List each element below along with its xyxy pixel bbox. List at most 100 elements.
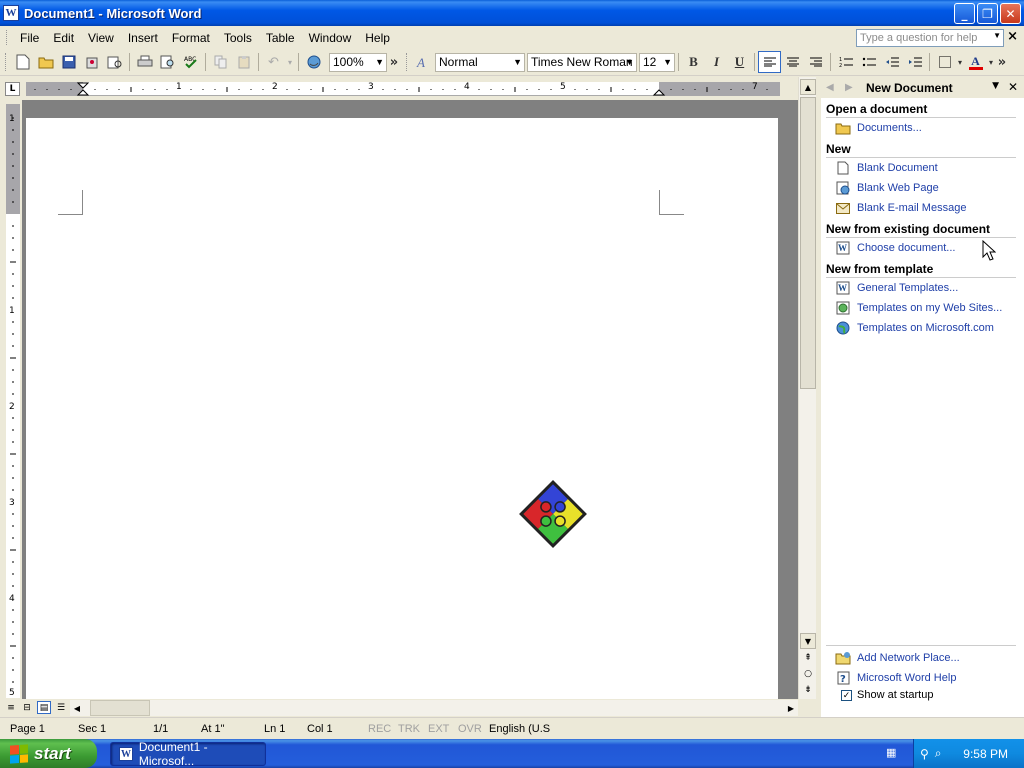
copy-icon[interactable] bbox=[209, 51, 232, 73]
link-label[interactable]: Microsoft Word Help bbox=[857, 672, 956, 684]
numbering-icon[interactable]: 12 bbox=[834, 51, 857, 73]
maximize-button[interactable]: ❐ bbox=[977, 3, 998, 24]
link-blank-document[interactable]: Blank Document bbox=[835, 161, 938, 175]
italic-button[interactable]: I bbox=[705, 51, 728, 73]
borders-icon[interactable] bbox=[933, 51, 956, 73]
align-left-icon[interactable] bbox=[758, 51, 781, 73]
help-question-input[interactable]: Type a question for help ▼ bbox=[856, 29, 1004, 47]
show-at-startup-option[interactable]: ✓ Show at startup bbox=[841, 689, 933, 701]
horizontal-ruler[interactable]: 1 2 3 4 5 7 bbox=[26, 82, 780, 96]
menu-tools[interactable]: Tools bbox=[217, 29, 259, 47]
scroll-thumb[interactable] bbox=[800, 97, 816, 389]
vertical-scrollbar[interactable]: ▲ ▼ ⇞ ○ ⇟ bbox=[798, 77, 816, 699]
link-add-network-place[interactable]: Add Network Place... bbox=[835, 651, 960, 665]
status-ext[interactable]: EXT bbox=[428, 723, 449, 735]
tab-selector-button[interactable]: L bbox=[5, 82, 20, 96]
toolbar-grip[interactable] bbox=[5, 53, 8, 71]
toolbar-overflow-icon[interactable]: » bbox=[387, 51, 401, 73]
print-icon[interactable] bbox=[133, 51, 156, 73]
document-page[interactable] bbox=[26, 118, 778, 699]
print-preview-icon[interactable] bbox=[103, 51, 126, 73]
menu-table[interactable]: Table bbox=[259, 29, 302, 47]
status-ovr[interactable]: OVR bbox=[458, 723, 482, 735]
toolbar-grip[interactable] bbox=[406, 53, 409, 71]
link-label[interactable]: Blank Document bbox=[857, 162, 938, 174]
status-trk[interactable]: TRK bbox=[398, 723, 420, 735]
styles-formatting-icon[interactable]: A bbox=[412, 51, 435, 73]
style-select[interactable]: Normal ▼ bbox=[435, 52, 525, 72]
close-button[interactable]: ✕ bbox=[1000, 3, 1021, 24]
permission-icon[interactable] bbox=[80, 51, 103, 73]
font-color-icon[interactable]: A bbox=[964, 51, 987, 73]
status-rec[interactable]: REC bbox=[368, 723, 391, 735]
link-label[interactable]: Choose document... bbox=[857, 242, 955, 254]
horizontal-scrollbar[interactable]: ◀ ▶ bbox=[70, 700, 798, 716]
title-bar[interactable]: W Document1 - Microsoft Word _ ❐ ✕ bbox=[0, 0, 1024, 26]
language-bar-icon[interactable]: ▦ bbox=[886, 746, 902, 760]
scroll-down-button[interactable]: ▼ bbox=[800, 633, 816, 649]
zoom-select[interactable]: 100% ▼ bbox=[329, 52, 387, 72]
menu-format[interactable]: Format bbox=[165, 29, 217, 47]
network-tray-icon[interactable]: ⚲ bbox=[920, 747, 929, 761]
menu-help[interactable]: Help bbox=[358, 29, 397, 47]
print-layout-view-icon[interactable]: ▤ bbox=[37, 701, 51, 714]
chevron-down-icon[interactable]: ▼ bbox=[375, 54, 384, 71]
borders-dropdown-icon[interactable]: ▾ bbox=[956, 51, 964, 73]
link-label[interactable]: General Templates... bbox=[857, 282, 958, 294]
link-blank-email[interactable]: Blank E-mail Message bbox=[835, 201, 966, 215]
undo-icon[interactable]: ↶ bbox=[262, 51, 285, 73]
link-general-templates[interactable]: W General Templates... bbox=[835, 281, 958, 295]
paste-icon[interactable] bbox=[232, 51, 255, 73]
select-browse-object-icon[interactable]: ○ bbox=[802, 667, 814, 681]
show-at-startup-label[interactable]: Show at startup bbox=[857, 689, 933, 701]
chevron-down-icon[interactable]: ▼ bbox=[993, 31, 1001, 40]
font-select[interactable]: Times New Roman ▼ bbox=[527, 52, 637, 72]
toolbar-overflow-icon[interactable]: » bbox=[995, 51, 1009, 73]
menu-insert[interactable]: Insert bbox=[121, 29, 165, 47]
link-label[interactable]: Blank Web Page bbox=[857, 182, 939, 194]
open-folder-icon[interactable] bbox=[34, 51, 57, 73]
bullets-icon[interactable] bbox=[857, 51, 880, 73]
scroll-thumb[interactable] bbox=[90, 700, 150, 716]
increase-indent-icon[interactable] bbox=[903, 51, 926, 73]
chevron-down-icon[interactable]: ▼ bbox=[625, 54, 634, 71]
font-color-dropdown-icon[interactable]: ▾ bbox=[987, 51, 995, 73]
save-icon[interactable] bbox=[57, 51, 80, 73]
undo-dropdown-icon[interactable]: ▾ bbox=[285, 51, 295, 73]
menu-edit[interactable]: Edit bbox=[46, 29, 81, 47]
insert-hyperlink-icon[interactable] bbox=[302, 51, 325, 73]
web-layout-view-icon[interactable]: ⊟ bbox=[20, 701, 34, 714]
word-app-icon[interactable]: W bbox=[3, 5, 19, 21]
back-arrow-icon[interactable]: ◀ bbox=[826, 82, 840, 93]
close-icon[interactable]: ✕ bbox=[1008, 80, 1018, 94]
previous-page-icon[interactable]: ⇞ bbox=[802, 651, 814, 665]
menu-view[interactable]: View bbox=[81, 29, 121, 47]
forward-arrow-icon[interactable]: ▶ bbox=[845, 82, 859, 93]
align-right-icon[interactable] bbox=[804, 51, 827, 73]
link-choose-document[interactable]: W Choose document... bbox=[835, 241, 955, 255]
link-label[interactable]: Templates on Microsoft.com bbox=[857, 322, 994, 334]
taskbar-word-button[interactable]: W Document1 - Microsof... bbox=[110, 740, 266, 768]
spelling-grammar-icon[interactable]: ABC bbox=[179, 51, 202, 73]
normal-view-icon[interactable]: ≡ bbox=[4, 701, 18, 714]
menu-grip[interactable] bbox=[6, 30, 9, 45]
task-pane-menu-icon[interactable]: ▼ bbox=[992, 81, 999, 91]
chevron-down-icon[interactable]: ▼ bbox=[513, 54, 522, 71]
bold-button[interactable]: B bbox=[682, 51, 705, 73]
outline-view-icon[interactable]: ☰ bbox=[54, 701, 68, 714]
office-assistant-puzzle-icon[interactable] bbox=[516, 477, 590, 551]
scroll-up-button[interactable]: ▲ bbox=[800, 79, 816, 95]
show-at-startup-checkbox[interactable]: ✓ bbox=[841, 689, 852, 701]
decrease-indent-icon[interactable] bbox=[880, 51, 903, 73]
link-blank-web-page[interactable]: Blank Web Page bbox=[835, 181, 939, 195]
next-page-icon[interactable]: ⇟ bbox=[802, 683, 814, 697]
status-language[interactable]: English (U.S bbox=[489, 723, 550, 735]
font-size-select[interactable]: 12 ▼ bbox=[639, 52, 675, 72]
menu-window[interactable]: Window bbox=[302, 29, 359, 47]
link-label[interactable]: Blank E-mail Message bbox=[857, 202, 966, 214]
menu-file[interactable]: File bbox=[13, 29, 46, 47]
link-label[interactable]: Templates on my Web Sites... bbox=[857, 302, 1002, 314]
link-word-help[interactable]: ? Microsoft Word Help bbox=[835, 671, 956, 685]
start-button[interactable]: start bbox=[0, 739, 97, 768]
clock[interactable]: 9:58 PM bbox=[963, 747, 1008, 761]
